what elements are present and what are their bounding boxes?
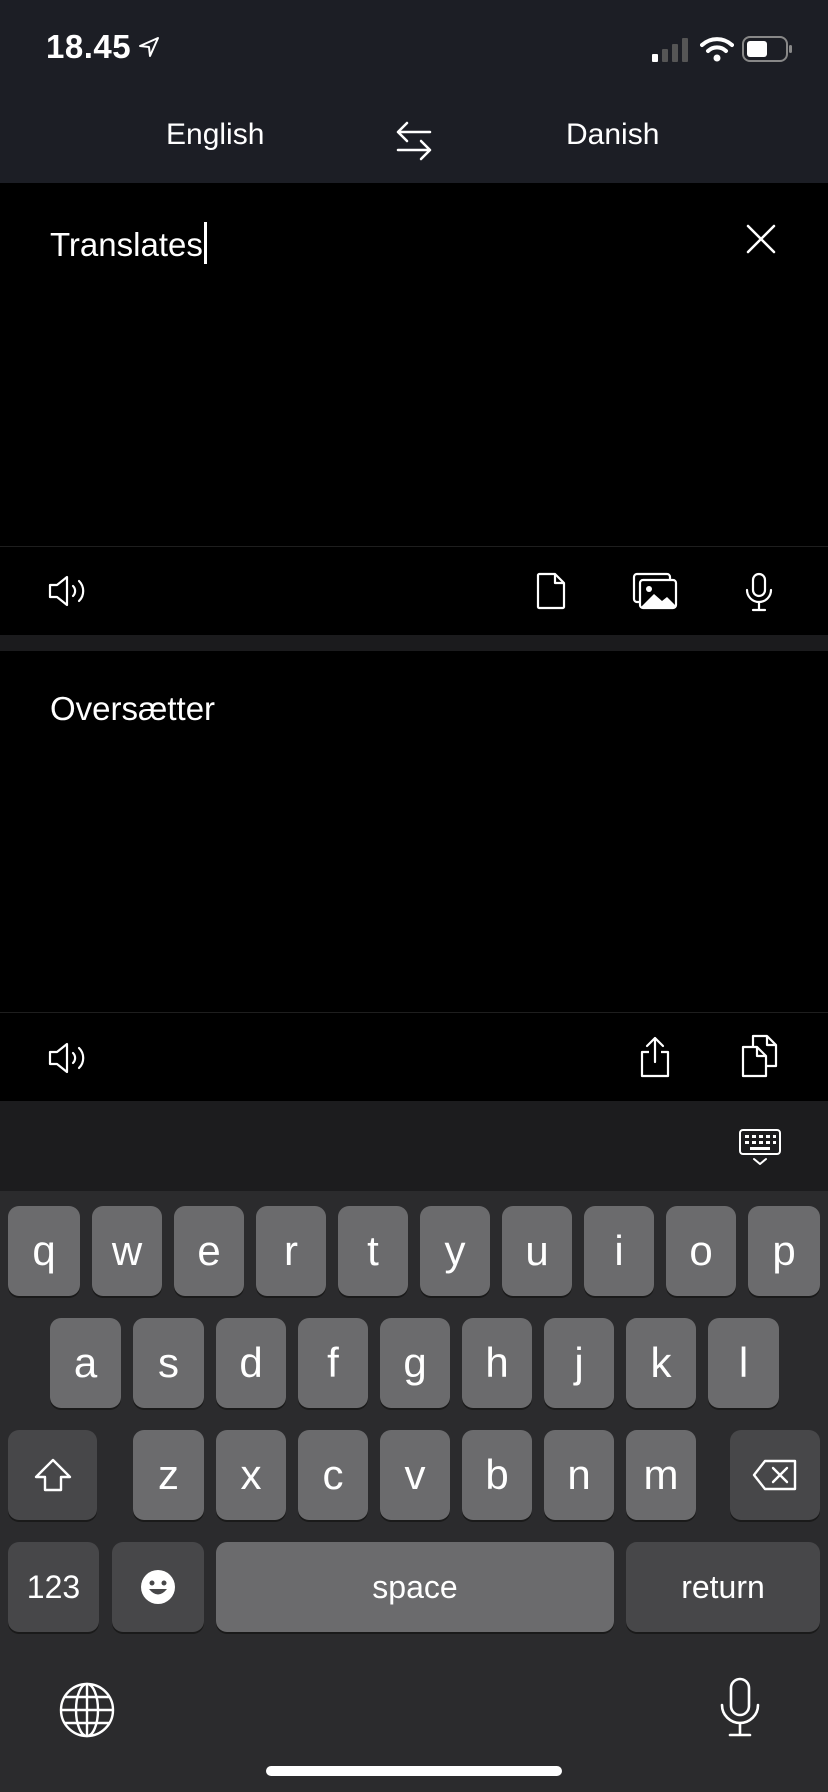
key-m[interactable]: m xyxy=(626,1430,696,1520)
key-a[interactable]: a xyxy=(50,1318,121,1408)
key-t[interactable]: t xyxy=(338,1206,408,1296)
shift-key[interactable] xyxy=(8,1430,97,1520)
source-language-button[interactable]: English xyxy=(166,118,264,152)
microphone-icon[interactable] xyxy=(744,572,774,612)
key-f[interactable]: f xyxy=(298,1318,368,1408)
translated-text: Oversætter xyxy=(50,690,216,727)
dictation-icon[interactable] xyxy=(718,1677,762,1739)
copy-icon[interactable] xyxy=(740,1034,780,1078)
speaker-icon[interactable] xyxy=(48,574,88,608)
backspace-icon xyxy=(752,1459,797,1491)
target-language-button[interactable]: Danish xyxy=(566,118,659,152)
swap-languages-icon[interactable] xyxy=(394,120,434,162)
text-cursor xyxy=(203,222,207,264)
key-n[interactable]: n xyxy=(544,1430,614,1520)
key-c[interactable]: c xyxy=(298,1430,368,1520)
key-y[interactable]: y xyxy=(420,1206,490,1296)
key-k[interactable]: k xyxy=(626,1318,696,1408)
key-p[interactable]: p xyxy=(748,1206,820,1296)
key-h[interactable]: h xyxy=(462,1318,532,1408)
key-j[interactable]: j xyxy=(544,1318,614,1408)
key-o[interactable]: o xyxy=(666,1206,736,1296)
source-text: Translates xyxy=(50,226,203,263)
numbers-key[interactable]: 123 xyxy=(8,1542,99,1632)
cellular-signal-icon xyxy=(652,38,690,62)
key-i[interactable]: i xyxy=(584,1206,654,1296)
key-d[interactable]: d xyxy=(216,1318,286,1408)
key-g[interactable]: g xyxy=(380,1318,450,1408)
translation-toolbar xyxy=(0,1013,828,1101)
return-key[interactable]: return xyxy=(626,1542,820,1632)
battery-icon xyxy=(742,36,794,62)
source-text-input[interactable]: Translates xyxy=(50,222,207,264)
key-x[interactable]: x xyxy=(216,1430,286,1520)
shift-icon xyxy=(34,1458,71,1492)
status-time: 18.45 xyxy=(46,28,132,65)
home-indicator[interactable] xyxy=(266,1766,562,1776)
keyboard-accessory-bar xyxy=(0,1101,828,1191)
space-key[interactable]: space xyxy=(216,1542,614,1632)
key-s[interactable]: s xyxy=(133,1318,204,1408)
key-b[interactable]: b xyxy=(462,1430,532,1520)
keyboard-dismiss-icon[interactable] xyxy=(738,1128,782,1166)
speaker-icon[interactable] xyxy=(48,1041,88,1075)
section-separator xyxy=(0,635,828,651)
key-z[interactable]: z xyxy=(133,1430,204,1520)
key-l[interactable]: l xyxy=(708,1318,779,1408)
wifi-icon xyxy=(700,36,734,62)
location-arrow-icon xyxy=(138,36,160,58)
key-r[interactable]: r xyxy=(256,1206,326,1296)
key-u[interactable]: u xyxy=(502,1206,572,1296)
keyboard: q w e r t y u i o p a s d f g h j k l z … xyxy=(0,1191,828,1792)
share-icon[interactable] xyxy=(638,1036,672,1078)
document-icon[interactable] xyxy=(536,572,566,610)
key-e[interactable]: e xyxy=(174,1206,244,1296)
source-toolbar xyxy=(0,547,828,635)
emoji-key[interactable] xyxy=(112,1542,204,1632)
key-q[interactable]: q xyxy=(8,1206,80,1296)
delete-key[interactable] xyxy=(730,1430,820,1520)
image-icon[interactable] xyxy=(632,572,678,610)
key-v[interactable]: v xyxy=(380,1430,450,1520)
globe-icon[interactable] xyxy=(58,1681,116,1739)
key-w[interactable]: w xyxy=(92,1206,162,1296)
emoji-icon xyxy=(141,1570,175,1604)
close-icon[interactable] xyxy=(744,222,778,256)
